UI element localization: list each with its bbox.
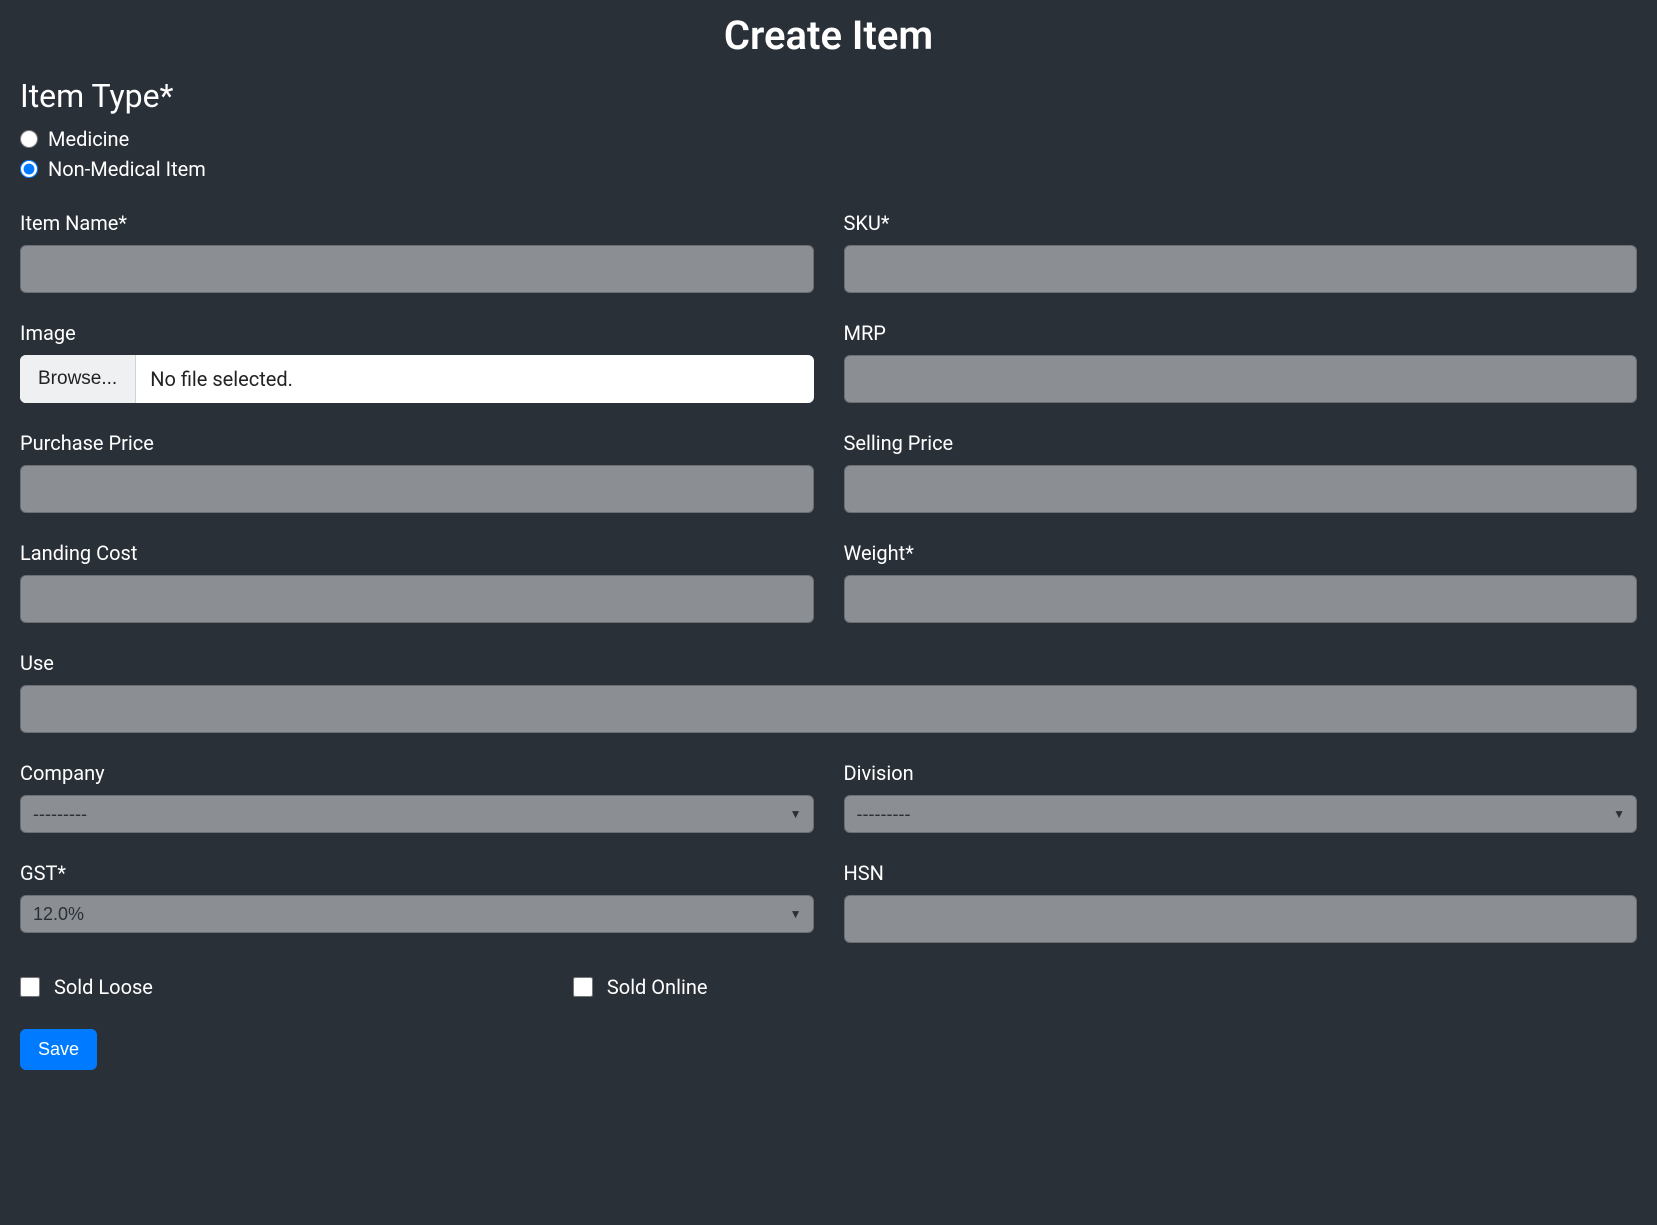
field-sku: SKU* <box>844 211 1638 293</box>
label-hsn: HSN <box>844 861 1638 885</box>
input-sku[interactable] <box>844 245 1638 293</box>
input-mrp[interactable] <box>844 355 1638 403</box>
input-landing-cost[interactable] <box>20 575 814 623</box>
checkbox-sold-online-input[interactable] <box>573 977 593 997</box>
label-gst: GST* <box>20 861 814 885</box>
checkbox-sold-loose-input[interactable] <box>20 977 40 997</box>
checkbox-sold-online-label: Sold Online <box>607 975 708 999</box>
field-mrp: MRP <box>844 321 1638 403</box>
select-company[interactable]: --------- <box>20 795 814 833</box>
label-image: Image <box>20 321 814 345</box>
field-division: Division --------- ▼ <box>844 761 1638 833</box>
item-type-heading: Item Type* <box>20 77 1637 115</box>
input-item-name[interactable] <box>20 245 814 293</box>
label-landing-cost: Landing Cost <box>20 541 814 565</box>
label-sku: SKU* <box>844 211 1638 235</box>
input-selling-price[interactable] <box>844 465 1638 513</box>
select-gst[interactable]: 12.0% <box>20 895 814 933</box>
field-item-name: Item Name* <box>20 211 814 293</box>
radio-non-medical-input[interactable] <box>20 160 38 178</box>
radio-non-medical-label: Non-Medical Item <box>48 157 206 181</box>
input-purchase-price[interactable] <box>20 465 814 513</box>
checkbox-sold-loose-label: Sold Loose <box>54 975 153 999</box>
checkbox-sold-loose[interactable]: Sold Loose <box>20 975 153 999</box>
field-company: Company --------- ▼ <box>20 761 814 833</box>
radio-non-medical[interactable]: Non-Medical Item <box>20 157 1637 181</box>
page-title: Create Item <box>20 0 1637 77</box>
radio-medicine-label: Medicine <box>48 127 129 151</box>
field-weight: Weight* <box>844 541 1638 623</box>
label-mrp: MRP <box>844 321 1638 345</box>
radio-medicine-input[interactable] <box>20 130 38 148</box>
input-weight[interactable] <box>844 575 1638 623</box>
label-selling-price: Selling Price <box>844 431 1638 455</box>
browse-button[interactable]: Browse... <box>20 355 136 403</box>
field-landing-cost: Landing Cost <box>20 541 814 623</box>
field-purchase-price: Purchase Price <box>20 431 814 513</box>
field-use: Use <box>20 651 1637 733</box>
label-division: Division <box>844 761 1638 785</box>
file-input-image[interactable]: Browse... No file selected. <box>20 355 814 403</box>
input-use[interactable] <box>20 685 1637 733</box>
select-division[interactable]: --------- <box>844 795 1638 833</box>
field-image: Image Browse... No file selected. <box>20 321 814 403</box>
field-selling-price: Selling Price <box>844 431 1638 513</box>
save-button[interactable]: Save <box>20 1029 97 1070</box>
field-gst: GST* 12.0% ▼ <box>20 861 814 943</box>
input-hsn[interactable] <box>844 895 1638 943</box>
label-purchase-price: Purchase Price <box>20 431 814 455</box>
label-weight: Weight* <box>844 541 1638 565</box>
field-hsn: HSN <box>844 861 1638 943</box>
label-use: Use <box>20 651 1637 675</box>
file-status-text: No file selected. <box>136 367 293 391</box>
item-type-radio-group: Medicine Non-Medical Item <box>20 127 1637 181</box>
radio-medicine[interactable]: Medicine <box>20 127 1637 151</box>
checkbox-sold-online[interactable]: Sold Online <box>573 975 708 999</box>
label-company: Company <box>20 761 814 785</box>
label-item-name: Item Name* <box>20 211 814 235</box>
